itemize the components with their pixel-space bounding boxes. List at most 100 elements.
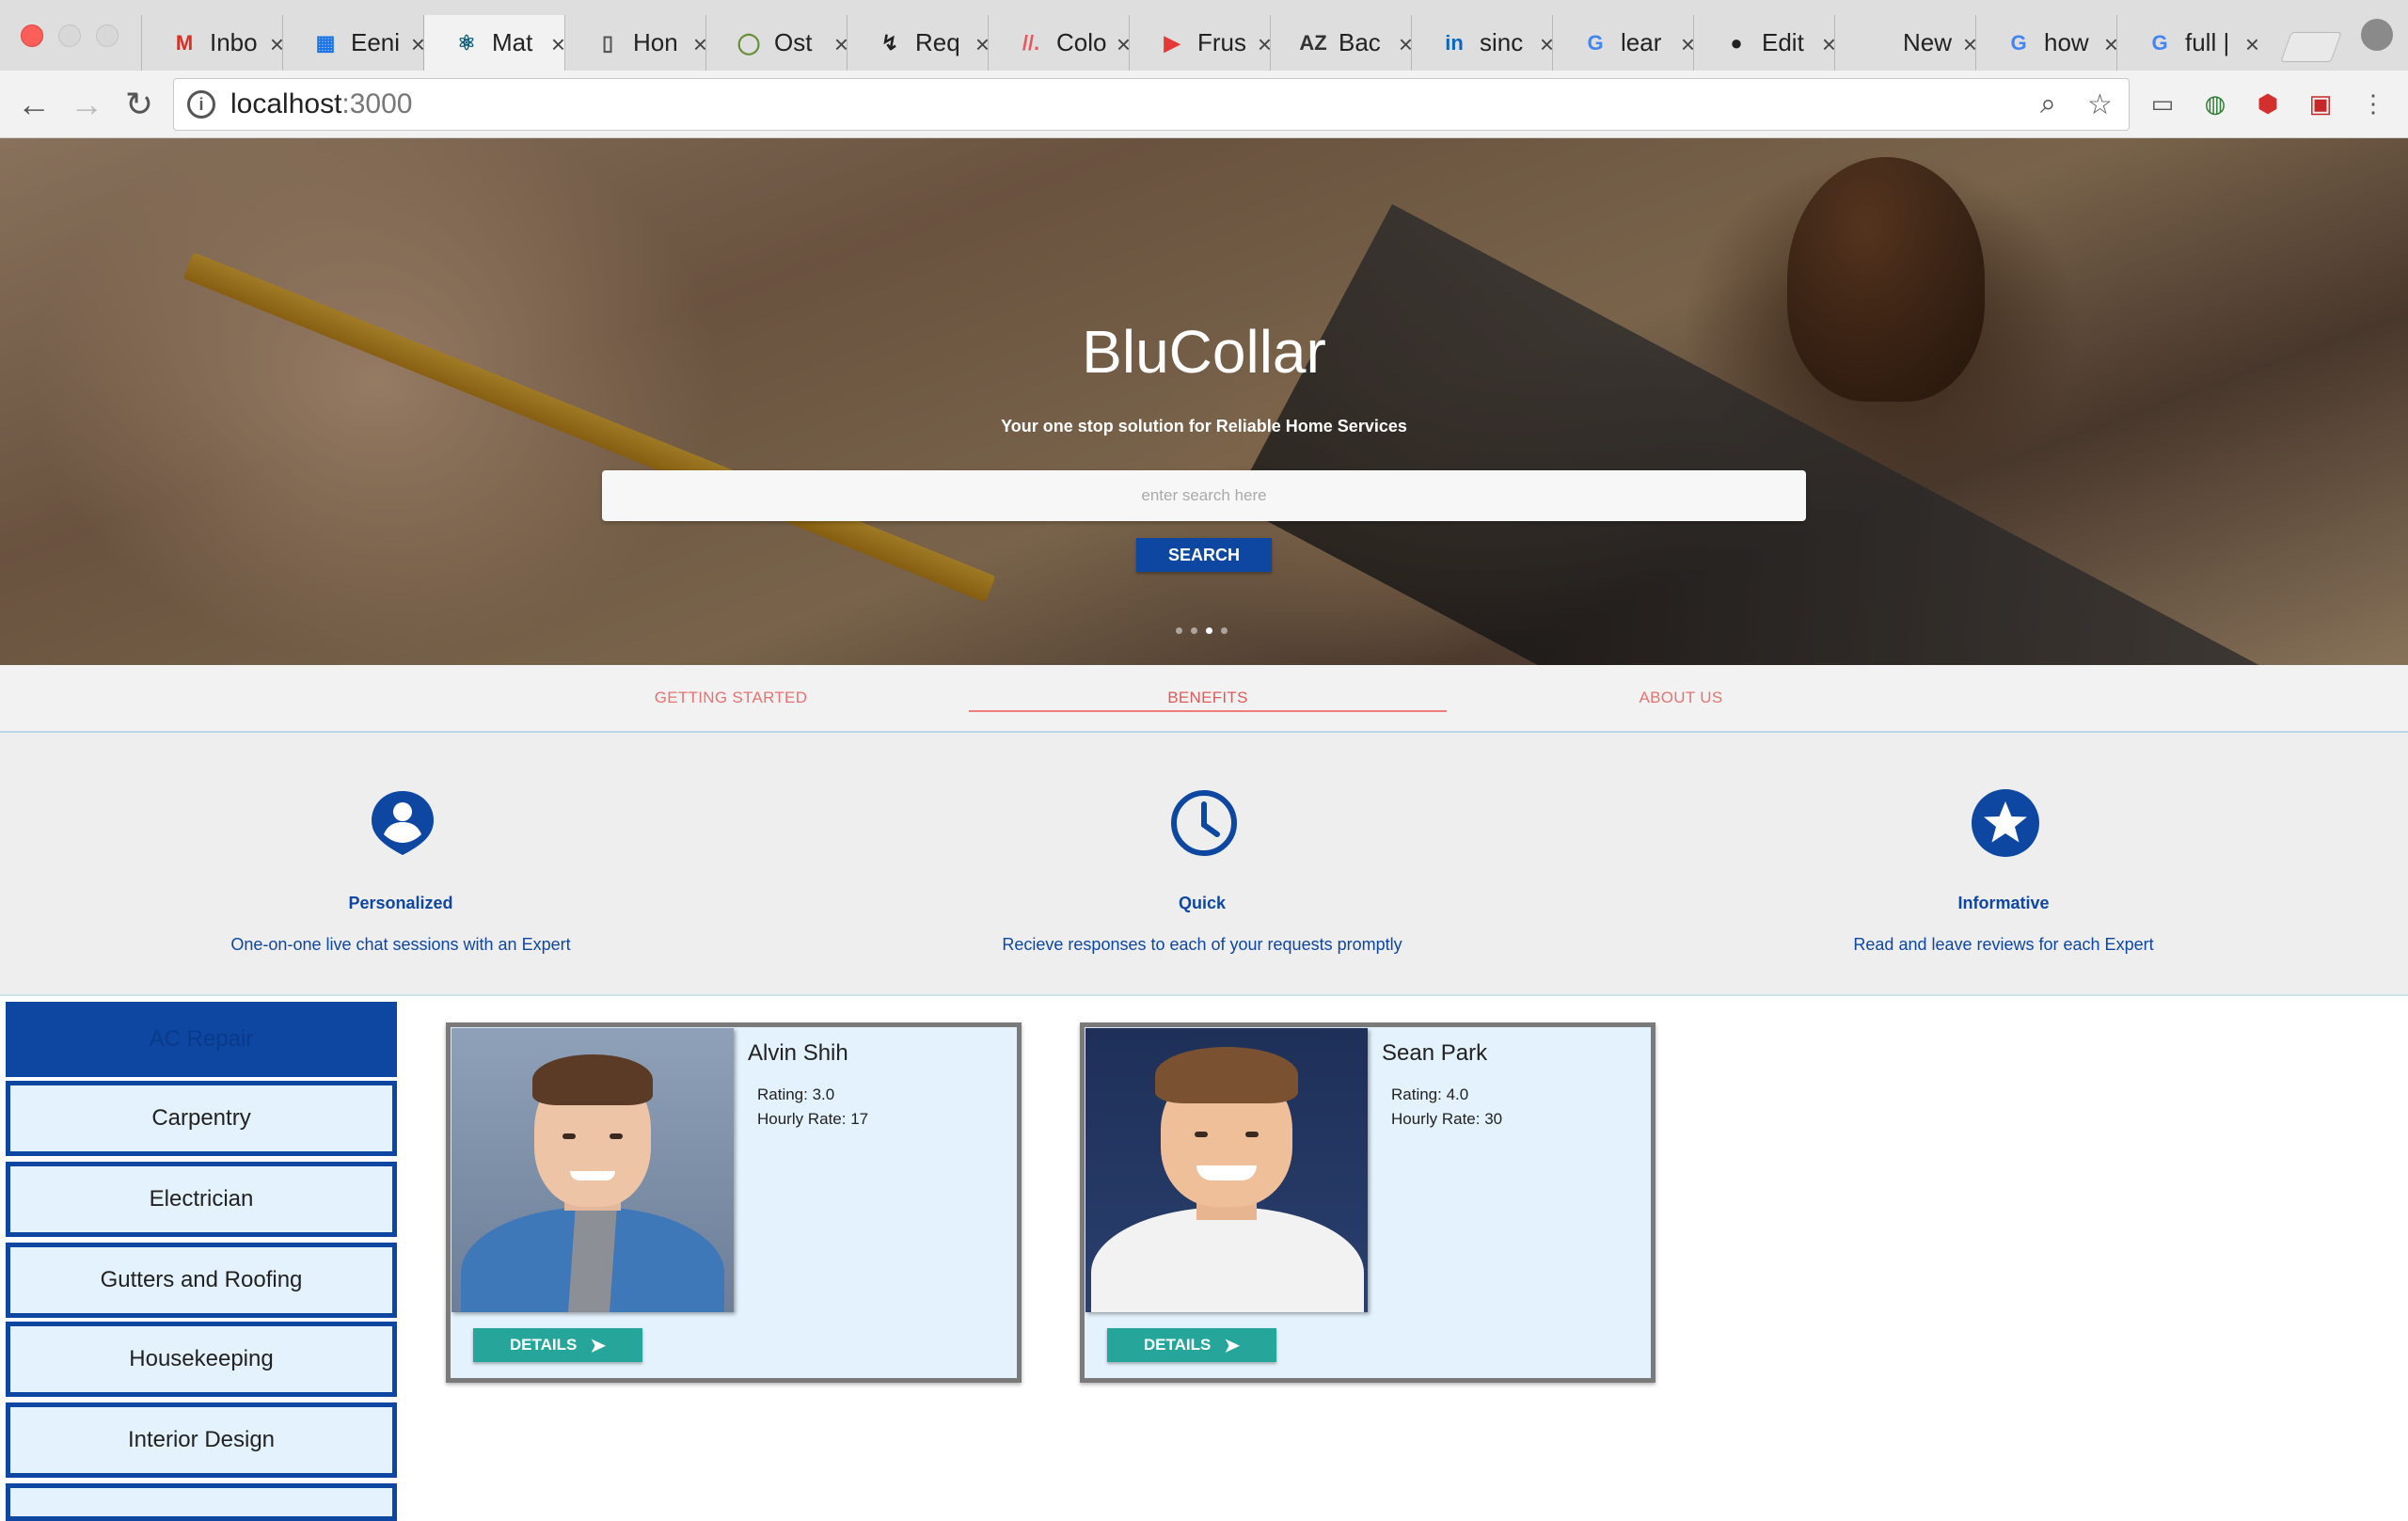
expert-hourly-rate: Hourly Rate: 30	[1391, 1110, 1503, 1128]
hero-title: BluCollar	[1082, 318, 1326, 386]
cast-icon[interactable]: ▭	[2147, 87, 2178, 119]
carousel-dot[interactable]	[1206, 627, 1212, 634]
details-button[interactable]: DETAILS ➤	[473, 1328, 642, 1362]
browser-tab[interactable]: ▯ Hon ×	[564, 15, 722, 71]
tab-title: Eeni	[351, 28, 401, 56]
globe-extension-icon[interactable]: ◍	[2199, 87, 2231, 119]
tab-favicon-icon: ●	[1730, 30, 1743, 55]
details-button-label: DETAILS	[1143, 1336, 1212, 1354]
benefit-title: Informative	[1957, 894, 2050, 912]
bookmark-star-icon[interactable]: ☆	[2087, 88, 2113, 121]
tab-getting-started[interactable]: GETTING STARTED	[492, 665, 970, 731]
expert-photo	[452, 1028, 734, 1312]
browser-tab[interactable]: ◯ Ost ×	[705, 15, 863, 71]
carousel-dot[interactable]	[1176, 627, 1182, 634]
benefit-personalized: Personalized One-on-one live chat sessio…	[0, 733, 801, 996]
tab-favicon-icon: G	[2010, 30, 2027, 55]
carousel-dot[interactable]	[1221, 627, 1228, 634]
expert-name: Alvin Shih	[748, 1040, 848, 1066]
send-arrow-icon: ➤	[1224, 1335, 1241, 1356]
clock-icon	[1171, 790, 1237, 856]
maximize-window-button[interactable]	[96, 24, 119, 47]
tab-about-us[interactable]: ABOUT US	[1442, 665, 1920, 731]
url-text[interactable]: localhost:3000	[230, 88, 412, 120]
browser-tab[interactable]: M Inbo ×	[141, 15, 299, 71]
tab-title: Colo	[1056, 28, 1107, 56]
category-housekeeping[interactable]: Housekeeping	[6, 1322, 397, 1397]
zoom-icon[interactable]: ⌕	[2040, 88, 2056, 120]
tab-close-icon[interactable]: ×	[551, 30, 565, 59]
benefit-description: Read and leave reviews for each Expert	[1853, 935, 2154, 954]
tab-favicon-icon: ◯	[737, 30, 761, 55]
section-tabs: GETTING STARTED BENEFITS ABOUT US	[0, 665, 2408, 733]
carousel-dot[interactable]	[1191, 627, 1197, 634]
info-icon[interactable]: i	[187, 90, 215, 119]
profile-icon[interactable]	[2361, 19, 2393, 51]
tab-favicon-icon	[1863, 29, 1892, 57]
browser-tab[interactable]: ▦ Eeni ×	[282, 15, 440, 71]
benefit-quick: Quick Recieve responses to each of your …	[801, 733, 1603, 996]
forward-arrow-icon[interactable]: →	[66, 84, 107, 125]
category-interior-design[interactable]: Interior Design	[6, 1402, 397, 1478]
expert-card: Alvin Shih Rating: 3.0 Hourly Rate: 17 D…	[446, 1022, 1022, 1383]
browser-tab[interactable]: ↯ Req ×	[847, 15, 1005, 71]
menu-kebab-icon[interactable]: ⋮	[2357, 87, 2389, 119]
category-carpentry[interactable]: Carpentry	[6, 1081, 397, 1156]
category-electrician[interactable]: Electrician	[6, 1162, 397, 1237]
tab-benefits[interactable]: BENEFITS	[969, 665, 1447, 731]
tab-title: how	[2044, 28, 2089, 56]
tab-title: lear	[1621, 28, 1662, 56]
browser-tab-strip: M Inbo × ▦ Eeni × ⚛ Mat × ▯ Hon × ◯ Ost × ↯ Req ×//. Colo ×…	[0, 0, 2408, 71]
minimize-window-button[interactable]	[58, 24, 81, 47]
browser-tab[interactable]: in sinc ×	[1411, 15, 1569, 71]
hero-search-input[interactable]	[602, 470, 1806, 521]
browser-tab[interactable]: Glear ×	[1552, 15, 1710, 71]
category-ac-repair[interactable]: AC Repair	[6, 1002, 397, 1077]
category-gutters-and-roofing[interactable]: Gutters and Roofing	[6, 1243, 397, 1318]
send-arrow-icon: ➤	[590, 1335, 607, 1356]
tab-close-icon[interactable]: ×	[2245, 30, 2259, 59]
tab-title: Hon	[633, 28, 678, 56]
benefit-description: One-on-one live chat sessions with an Ex…	[230, 935, 571, 954]
tab-favicon-icon: G	[1587, 30, 1604, 55]
benefit-title: Quick	[1178, 894, 1227, 912]
tab-title: sinc	[1480, 28, 1524, 56]
search-button[interactable]: SEARCH	[1136, 538, 1272, 572]
benefit-informative: Informative Read and leave reviews for e…	[1603, 733, 2404, 996]
details-button[interactable]: DETAILS ➤	[1107, 1328, 1276, 1362]
browser-toolbar: ← → ↻ i localhost:3000 ⌕ ☆	[0, 71, 2408, 138]
tab-favicon-icon: ▦	[315, 30, 336, 55]
address-bar[interactable]: i localhost:3000 ⌕ ☆	[173, 78, 2130, 131]
browser-tab[interactable]: Ghow ×	[1975, 15, 2133, 71]
hero-banner: BluCollar Your one stop solution for Rel…	[0, 138, 2408, 665]
carousel-indicators	[1176, 627, 1228, 634]
tab-favicon-icon: M	[175, 30, 194, 55]
browser-tab[interactable]: Gfull | ×	[2116, 15, 2274, 71]
tab-favicon-icon: AZ	[1299, 30, 1327, 55]
tab-title: Req	[915, 28, 960, 56]
close-window-button[interactable]	[21, 24, 43, 47]
expert-name: Sean Park	[1382, 1040, 1488, 1066]
hero-subtitle: Your one stop solution for Reliable Home…	[1001, 417, 1407, 436]
back-arrow-icon[interactable]: ←	[13, 84, 55, 125]
browser-tab[interactable]: New Ta×	[1834, 15, 1992, 71]
expert-hourly-rate: Hourly Rate: 17	[757, 1110, 869, 1128]
benefit-description: Recieve responses to each of your reques…	[1002, 935, 1402, 954]
active-tab-indicator	[969, 710, 1447, 712]
person-pin-icon	[372, 791, 434, 855]
browser-tab[interactable]: ● Edit ×	[1693, 15, 1851, 71]
expert-rating: Rating: 4.0	[1391, 1085, 1469, 1103]
benefit-title: Personalized	[348, 894, 453, 912]
reload-icon[interactable]: ↻	[119, 84, 160, 125]
tab-title: Mat	[492, 28, 533, 56]
browser-tab[interactable]: ⚛ Mat ×	[423, 15, 581, 71]
extension-icon[interactable]: ▣	[2305, 87, 2337, 119]
shield-extension-icon[interactable]: ⬢	[2252, 87, 2284, 119]
browser-tab[interactable]: AZ Bac ×	[1270, 15, 1428, 71]
hero-overlay	[0, 138, 2408, 665]
tab-favicon-icon: ▶	[1164, 30, 1180, 55]
browser-tab[interactable]: ▶ Frus ×	[1129, 15, 1287, 71]
new-tab-button[interactable]	[2280, 32, 2342, 62]
browser-tab[interactable]: //. Colo ×	[988, 15, 1146, 71]
category-next[interactable]	[6, 1483, 397, 1521]
